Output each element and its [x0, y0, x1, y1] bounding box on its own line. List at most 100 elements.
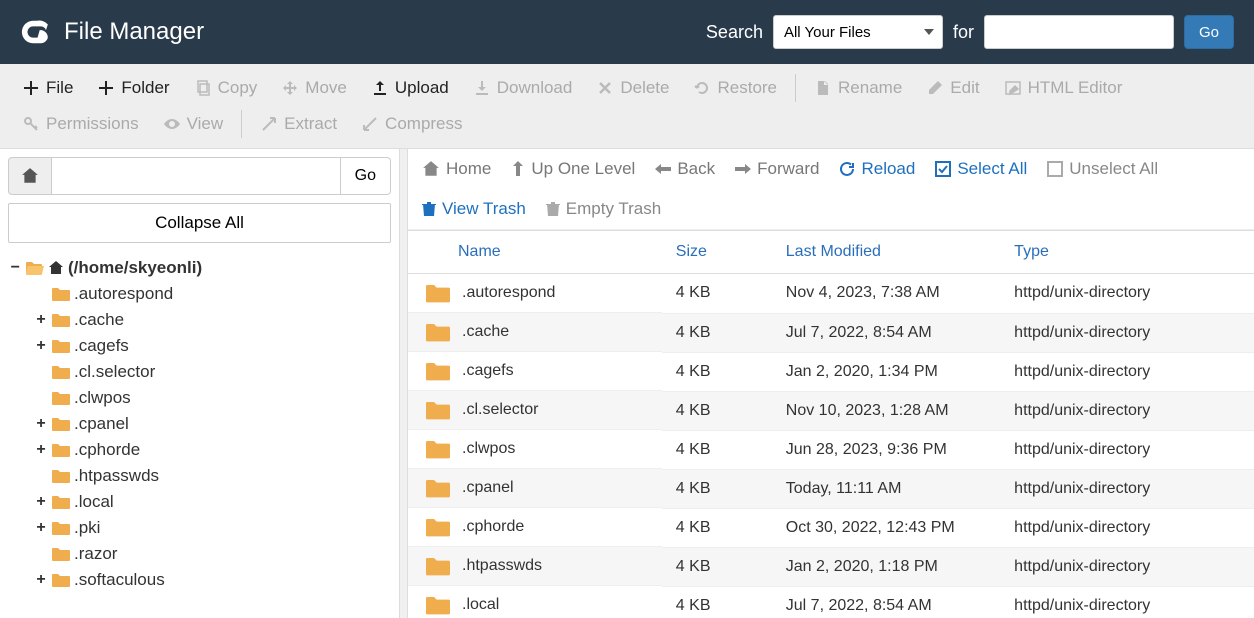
view-button[interactable]: View [151, 106, 236, 142]
cell-size: 4 KB [662, 586, 772, 618]
folder-icon [426, 400, 450, 420]
cell-modified: Jun 28, 2023, 9:36 PM [772, 430, 1000, 469]
edit-button[interactable]: Edit [914, 70, 991, 106]
extract-button[interactable]: Extract [248, 106, 349, 142]
edit-label: Edit [950, 78, 979, 98]
search-go-button[interactable]: Go [1184, 15, 1234, 49]
file-name: .clwpos [462, 440, 515, 458]
tree-item[interactable]: +.razor [34, 541, 391, 567]
permissions-button[interactable]: Permissions [10, 106, 151, 142]
tree-children: +.autorespond + .cache +.cagefs+.cl.selecto… [8, 281, 391, 593]
expand-icon[interactable]: + [34, 571, 48, 589]
move-button[interactable]: Move [269, 70, 359, 106]
tree-item[interactable]: +.htpasswds [34, 463, 391, 489]
collapse-all-button[interactable]: Collapse All [8, 203, 391, 243]
delete-button[interactable]: Delete [584, 70, 681, 106]
key-icon [22, 115, 40, 133]
table-row[interactable]: .cagefs4 KBJan 2, 2020, 1:34 PMhttpd/uni… [408, 352, 1254, 391]
table-row[interactable]: .cphorde4 KBOct 30, 2022, 12:43 PMhttpd/… [408, 508, 1254, 547]
upload-icon [371, 79, 389, 97]
check-icon [935, 161, 951, 177]
reload-button[interactable]: Reload [839, 159, 915, 179]
tree-item[interactable]: +.local [34, 489, 391, 515]
view-trash-button[interactable]: View Trash [422, 199, 526, 219]
col-name[interactable]: Name [408, 231, 662, 274]
logo-wrap: File Manager [20, 17, 204, 47]
expand-icon[interactable]: + [34, 415, 48, 433]
home-icon [21, 167, 39, 185]
table-row[interactable]: .cl.selector4 KBNov 10, 2023, 1:28 AMhtt… [408, 391, 1254, 430]
tree-item[interactable]: + .cache [34, 307, 391, 333]
tree-item[interactable]: + .pki [34, 515, 391, 541]
new-folder-button[interactable]: Folder [85, 70, 181, 106]
folder-icon [426, 517, 450, 537]
toolbar-separator [241, 110, 242, 138]
table-row[interactable]: .htpasswds4 KBJan 2, 2020, 1:18 PMhttpd/… [408, 547, 1254, 586]
table-row[interactable]: .local4 KBJul 7, 2022, 8:54 AMhttpd/unix… [408, 586, 1254, 618]
cell-name: .local [408, 586, 662, 618]
restore-button[interactable]: Restore [681, 70, 789, 106]
trash-icon [422, 201, 436, 217]
search-input[interactable] [984, 15, 1174, 49]
empty-trash-button[interactable]: Empty Trash [546, 199, 661, 219]
plus-icon [97, 79, 115, 97]
cpanel-logo-icon [20, 17, 50, 47]
cell-modified: Oct 30, 2022, 12:43 PM [772, 508, 1000, 547]
upload-button[interactable]: Upload [359, 70, 461, 106]
tree-item[interactable]: +.clwpos [34, 385, 391, 411]
file-name: .local [462, 596, 499, 614]
sidebar: Go Collapse All − (/home/skyeonli) +.aut… [0, 149, 400, 618]
expand-icon[interactable]: + [34, 493, 48, 511]
expand-icon[interactable]: + [34, 337, 48, 355]
expand-icon[interactable]: + [34, 311, 48, 329]
search-scope-select[interactable]: All Your Files [773, 15, 943, 49]
col-type[interactable]: Type [1000, 231, 1254, 274]
tree-item[interactable]: +.softaculous [34, 567, 391, 593]
tree-item-label: .pki [74, 518, 100, 538]
path-input[interactable] [52, 157, 341, 195]
expand-icon[interactable]: + [34, 519, 48, 537]
compress-button[interactable]: Compress [349, 106, 474, 142]
back-arrow-icon [655, 162, 671, 176]
folder-icon [52, 339, 70, 353]
file-name: .autorespond [462, 284, 555, 302]
table-row[interactable]: .cache4 KBJul 7, 2022, 8:54 AMhttpd/unix… [408, 313, 1254, 352]
table-row[interactable]: .clwpos4 KBJun 28, 2023, 9:36 PMhttpd/un… [408, 430, 1254, 469]
splitter[interactable] [400, 149, 408, 618]
col-modified[interactable]: Last Modified [772, 231, 1000, 274]
col-size[interactable]: Size [662, 231, 772, 274]
unselect-all-button[interactable]: Unselect All [1047, 159, 1158, 179]
cell-name: .autorespond [408, 274, 662, 313]
tree-item[interactable]: +.cagefs [34, 333, 391, 359]
copy-button[interactable]: Copy [182, 70, 270, 106]
sidebar-home-button[interactable] [8, 157, 52, 195]
main-toolbar: File Folder Copy Move Upload Download De… [0, 64, 1254, 149]
html-editor-button[interactable]: HTML Editor [992, 70, 1135, 106]
sidebar-go-button[interactable]: Go [341, 157, 391, 195]
cell-type: httpd/unix-directory [1000, 586, 1254, 618]
table-row[interactable]: .cpanel4 KBToday, 11:11 AMhttpd/unix-dir… [408, 469, 1254, 508]
tree-item[interactable]: + .cphorde [34, 437, 391, 463]
home-button[interactable]: Home [422, 159, 491, 179]
tree-item-label: .cache [74, 310, 124, 330]
folder-tree: − (/home/skyeonli) +.autorespond+.cache+… [0, 251, 399, 618]
edit-icon [926, 79, 944, 97]
tree-item-label: .cphorde [74, 440, 140, 460]
home-icon [422, 161, 440, 177]
rename-button[interactable]: Rename [802, 70, 914, 106]
collapse-icon[interactable]: − [8, 259, 22, 277]
forward-button[interactable]: Forward [735, 159, 819, 179]
table-row[interactable]: .autorespond4 KBNov 4, 2023, 7:38 AMhttp… [408, 274, 1254, 314]
back-button[interactable]: Back [655, 159, 715, 179]
tree-item[interactable]: +.autorespond [34, 281, 391, 307]
tree-root[interactable]: − (/home/skyeonli) [8, 255, 391, 281]
tree-item[interactable]: +.cl.selector [34, 359, 391, 385]
download-button[interactable]: Download [461, 70, 585, 106]
expand-icon[interactable]: + [34, 441, 48, 459]
plus-icon [22, 79, 40, 97]
select-all-button[interactable]: Select All [935, 159, 1027, 179]
tree-item[interactable]: +.cpanel [34, 411, 391, 437]
cell-name: .htpasswds [408, 547, 662, 586]
new-file-button[interactable]: File [10, 70, 85, 106]
up-level-button[interactable]: Up One Level [511, 159, 635, 179]
